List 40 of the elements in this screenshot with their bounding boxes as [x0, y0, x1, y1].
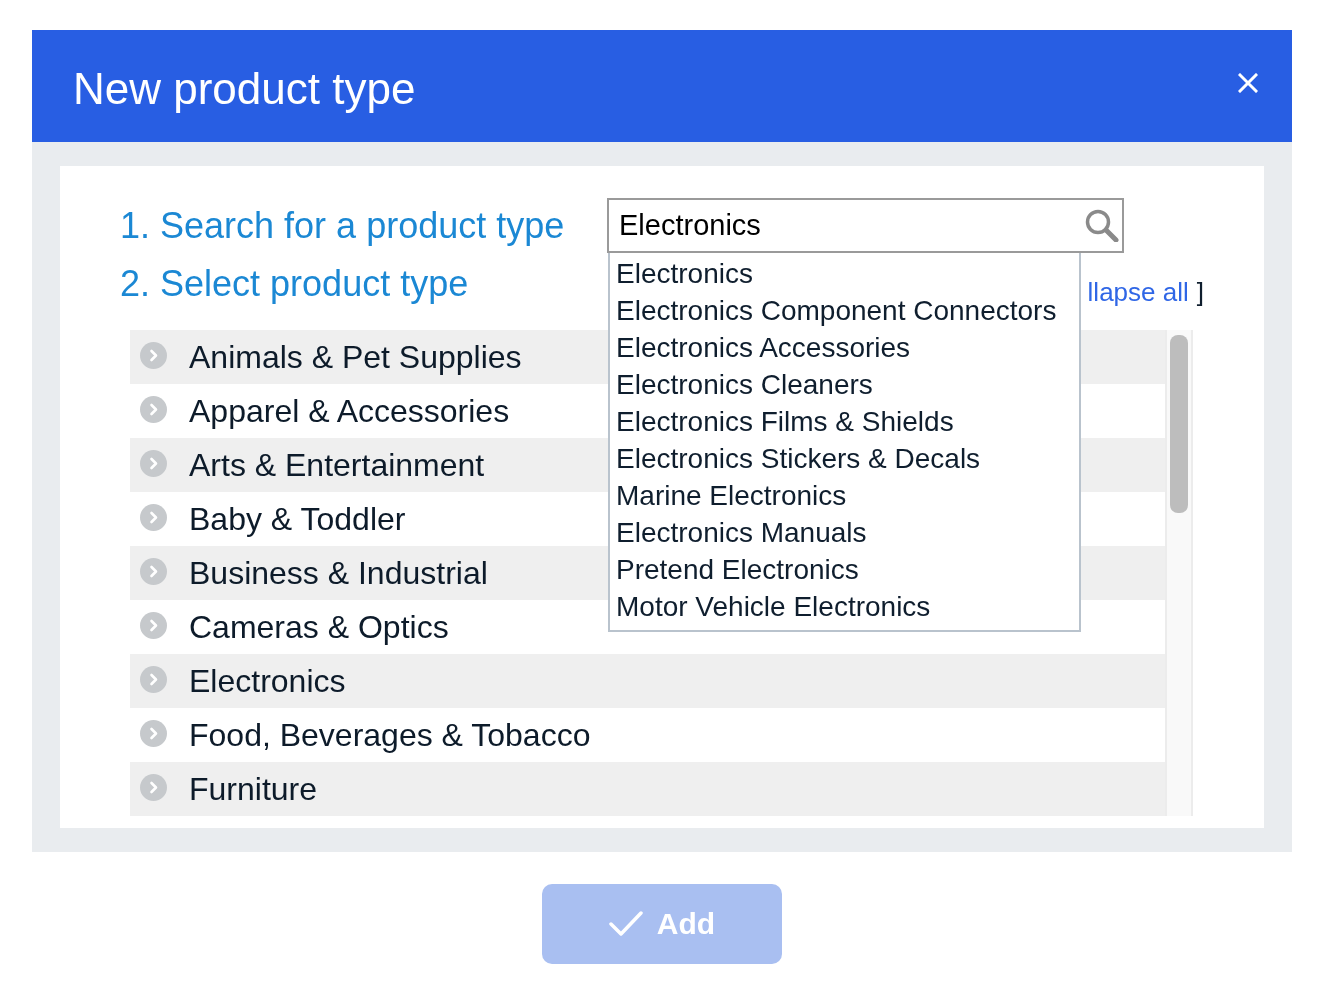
category-item[interactable]: Electronics — [189, 661, 346, 701]
category-item[interactable]: Business & Industrial — [189, 553, 488, 593]
chevron-circle-icon[interactable] — [140, 395, 167, 423]
check-icon — [608, 911, 643, 937]
chevron-circle-icon[interactable] — [140, 665, 167, 693]
chevron-circle-icon[interactable] — [140, 773, 167, 801]
chevron-circle-icon[interactable] — [140, 557, 167, 585]
suggestion-item[interactable]: Marine Electronics — [610, 477, 1079, 514]
category-item[interactable]: Arts & Entertainment — [189, 445, 485, 485]
suggestion-item[interactable]: Electronics — [610, 255, 1079, 292]
category-item[interactable]: Food, Beverages & Tobacco — [189, 715, 591, 755]
search-icon — [1085, 209, 1119, 242]
suggestion-item[interactable]: Electronics Films & Shields — [610, 403, 1079, 440]
suggestion-item[interactable]: Electronics Accessories — [610, 329, 1079, 366]
chevron-circle-icon[interactable] — [140, 719, 167, 747]
category-item[interactable]: Furniture — [189, 769, 318, 809]
step-heading: 1. Search for a product type — [120, 203, 565, 248]
step-heading: 2. Select product type — [120, 262, 469, 306]
bracket-text: ] — [1196, 277, 1204, 307]
suggestion-item[interactable]: Pretend Electronics — [610, 551, 1079, 588]
chevron-circle-icon[interactable] — [140, 341, 167, 369]
category-item[interactable]: Apparel & Accessories — [189, 391, 510, 431]
scrollbar[interactable] — [1165, 330, 1193, 816]
suggestion-item[interactable]: Electronics Component Connectors — [610, 292, 1079, 329]
category-item[interactable]: Animals & Pet Supplies — [189, 337, 522, 377]
chevron-circle-icon[interactable] — [140, 449, 167, 477]
close-icon — [1238, 73, 1258, 93]
collapse-all-link[interactable]: llapse all — [1087, 277, 1189, 307]
scrollbar-thumb[interactable] — [1170, 335, 1188, 513]
dialog-title: New product type — [73, 63, 416, 115]
search-field[interactable]: Electronics — [607, 198, 1124, 253]
category-item[interactable]: Baby & Toddler — [189, 499, 406, 539]
chevron-circle-icon[interactable] — [140, 611, 167, 639]
suggestion-item[interactable]: Motor Vehicle Electronics — [610, 588, 1079, 625]
suggestion-item[interactable]: Electronics Stickers & Decals — [610, 440, 1079, 477]
suggestion-item[interactable]: Electronics Manuals — [610, 514, 1079, 551]
category-item[interactable]: Cameras & Optics — [189, 607, 449, 647]
suggestion-item[interactable]: Electronics Cleaners — [610, 366, 1079, 403]
chevron-circle-icon[interactable] — [140, 503, 167, 531]
close-button[interactable] — [1238, 73, 1258, 93]
